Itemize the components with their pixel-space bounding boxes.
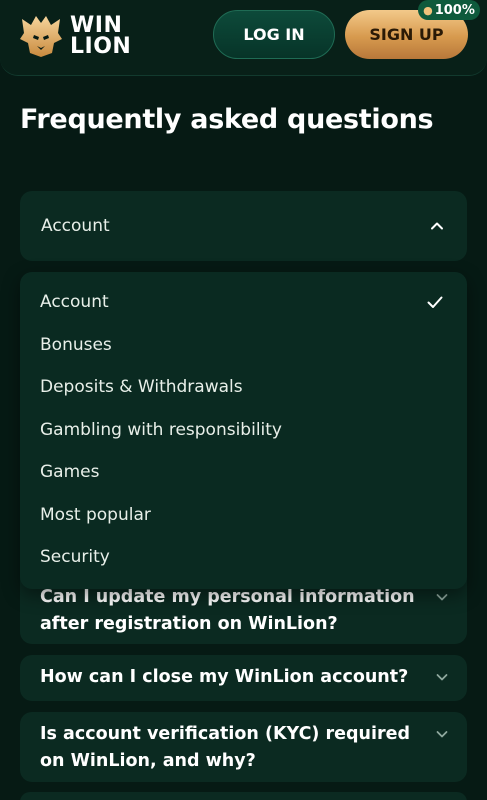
bonus-badge: ● 100% <box>418 0 480 20</box>
category-option-label: Deposits & Withdrawals <box>40 377 243 398</box>
logo-text-lion: LION <box>70 34 132 59</box>
category-option-security[interactable]: Security <box>20 536 467 579</box>
category-option-bonuses[interactable]: Bonuses <box>20 324 467 367</box>
category-option-label: Games <box>40 462 100 483</box>
winlion-logo[interactable]: WIN LION <box>18 8 131 64</box>
coin-icon: ● <box>423 3 433 17</box>
category-option-most-popular[interactable]: Most popular <box>20 494 467 537</box>
site-header: WIN LION LOG IN SIGN UP ● 100% <box>0 0 487 76</box>
category-option-gambling-responsibility[interactable]: Gambling with responsibility <box>20 409 467 452</box>
category-option-deposits-withdrawals[interactable]: Deposits & Withdrawals <box>20 366 467 409</box>
category-dropdown: Account Bonuses Deposits & Withdrawals G… <box>20 272 467 589</box>
category-select[interactable]: Account <box>20 191 467 261</box>
faq-item[interactable]: How can I close my WinLion account? <box>20 655 467 701</box>
lion-icon <box>20 16 62 57</box>
category-option-label: Most popular <box>40 504 151 525</box>
faq-item[interactable]: Is account verification (KYC) required o… <box>20 712 467 782</box>
category-option-label: Bonuses <box>40 334 112 355</box>
chevron-down-icon <box>436 731 448 738</box>
page-title: Frequently asked questions <box>20 104 434 135</box>
checkmark-icon <box>427 296 443 309</box>
category-option-label: Gambling with responsibility <box>40 419 282 440</box>
faq-question: How can I close my WinLion account? <box>40 667 409 687</box>
category-option-label: Security <box>40 547 110 568</box>
faq-item[interactable] <box>20 792 467 800</box>
category-option-label: Account <box>40 292 109 313</box>
chevron-down-icon <box>436 674 448 681</box>
chevron-up-icon <box>431 222 443 230</box>
bonus-badge-text: 100% <box>434 2 475 18</box>
category-option-games[interactable]: Games <box>20 451 467 494</box>
faq-question: Can I update my personal information aft… <box>40 587 415 634</box>
login-button[interactable]: LOG IN <box>213 10 335 59</box>
chevron-down-icon <box>436 594 448 601</box>
category-option-account[interactable]: Account <box>20 281 467 324</box>
logo-text-win: WIN <box>70 13 123 38</box>
faq-question: Is account verification (KYC) required o… <box>40 724 411 771</box>
category-select-value: Account <box>41 216 110 236</box>
